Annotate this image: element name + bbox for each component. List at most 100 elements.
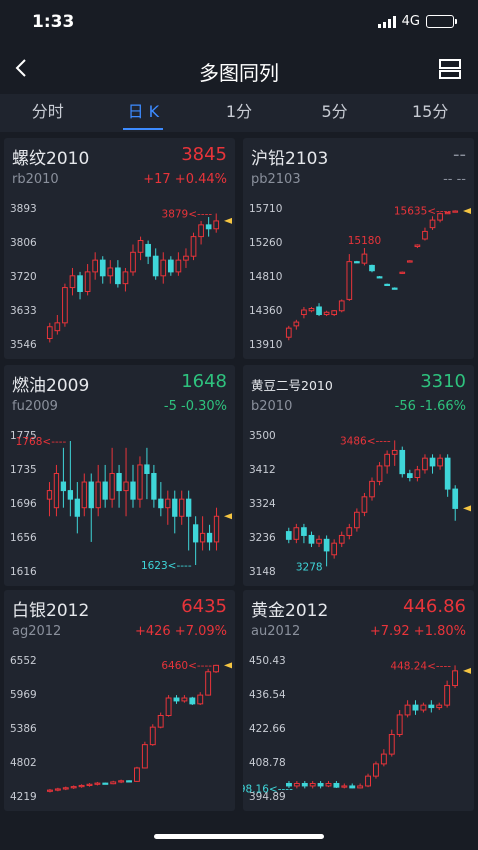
candle-body xyxy=(346,527,353,536)
home-indicator[interactable] xyxy=(154,834,324,839)
period-tabs: 分时 日 K 1分 5分 15分 xyxy=(0,94,478,132)
y-tick-label: 3893 xyxy=(10,203,37,215)
kline-chart: 15710 15260 14810 14360 13910 15635<---- 15180 xyxy=(249,203,471,351)
candle-body xyxy=(81,481,87,509)
candle-body xyxy=(205,671,212,696)
candle-body xyxy=(429,457,436,467)
quote-card[interactable]: 白银2012 6435 ag2012 +426 +7.09% 6552 5969 5… xyxy=(4,590,235,811)
candle-body xyxy=(293,527,300,540)
candle-body xyxy=(94,782,101,785)
candle-body xyxy=(437,457,443,467)
candle-body xyxy=(285,327,292,338)
candle-body xyxy=(123,481,129,492)
contract-name: 黄金2012 xyxy=(251,601,329,621)
candle-body xyxy=(130,251,136,273)
y-tick-label: 436.54 xyxy=(249,689,286,701)
candle-body xyxy=(54,322,61,332)
candle-body xyxy=(293,782,300,787)
y-tick-label: 3412 xyxy=(249,464,276,476)
candle-body xyxy=(369,264,375,272)
candle-body xyxy=(341,785,348,788)
candle-body xyxy=(361,253,368,264)
contract-code: ag2012 xyxy=(12,624,62,639)
candle-body xyxy=(391,449,398,455)
kline-chart: 3893 3806 3720 3633 3546 3879<---- xyxy=(10,203,232,351)
candle-body xyxy=(67,490,74,500)
y-tick-label: 13910 xyxy=(249,339,282,351)
candle-body xyxy=(293,321,300,327)
candle-body xyxy=(308,307,315,312)
candle-body xyxy=(122,271,129,285)
candle-body xyxy=(452,210,459,213)
y-tick-label: 3236 xyxy=(249,532,276,544)
quote-card[interactable]: 黄豆二号2010 3310 b2010 -56 -1.66% 3500 3412 3… xyxy=(243,365,474,586)
high-price-label: 448.24<---- xyxy=(390,660,451,672)
y-tick-label: 15710 xyxy=(249,203,282,215)
price-change: +7.92 +1.80% xyxy=(369,624,466,639)
signal-icon xyxy=(377,15,396,28)
y-tick-label: 422.66 xyxy=(249,723,286,735)
candle-body xyxy=(414,244,421,248)
candle-body xyxy=(46,326,53,340)
network-type: 4G xyxy=(401,14,420,29)
candle-body xyxy=(70,786,77,789)
y-tick-label: 4802 xyxy=(10,757,37,769)
quote-card[interactable]: 螺纹2010 3845 rb2010 +17 +0.44% 3893 3806 37… xyxy=(4,138,235,359)
candle-body xyxy=(422,457,428,471)
kline-chart: 3500 3412 3324 3236 3148 3486<---- 3278 xyxy=(249,430,471,578)
candle-body xyxy=(88,481,94,509)
last-price-marker xyxy=(224,217,232,224)
tab-fenshi[interactable]: 分时 xyxy=(0,94,96,132)
candle-body xyxy=(115,267,121,285)
candle-body xyxy=(144,464,150,474)
candle-body xyxy=(365,775,371,787)
candle-body xyxy=(130,481,136,500)
candle-body xyxy=(77,275,83,292)
candle-body xyxy=(406,260,413,263)
y-tick-label: 408.78 xyxy=(249,757,286,769)
candle-body xyxy=(452,488,459,509)
candle-body xyxy=(175,259,182,273)
price-change: -- -- xyxy=(443,172,466,187)
candle-body xyxy=(376,276,383,279)
high-price-label: 1768<---- xyxy=(16,436,67,448)
candle-body xyxy=(384,453,390,467)
quote-card[interactable]: 燃油2009 1648 fu2009 -5 -0.30% 1775 1735 169… xyxy=(4,365,235,586)
y-tick-label: 5969 xyxy=(10,689,37,701)
candle-body xyxy=(181,697,188,702)
last-price-marker xyxy=(463,505,471,512)
candle-body xyxy=(69,275,76,289)
y-tick-label: 14360 xyxy=(249,305,282,317)
y-tick-label: 3148 xyxy=(249,566,276,578)
candle-body xyxy=(331,310,338,316)
candle-body xyxy=(109,472,115,500)
y-tick-label: 6552 xyxy=(10,655,37,667)
contract-name: 燃油2009 xyxy=(12,376,90,396)
tab-1min[interactable]: 1分 xyxy=(191,94,287,132)
candle-body xyxy=(399,271,406,274)
candle-body xyxy=(95,481,101,509)
tab-15min[interactable]: 15分 xyxy=(382,94,478,132)
candle-body xyxy=(165,697,172,716)
candle-body xyxy=(86,783,93,786)
last-price: 6435 xyxy=(181,596,227,617)
candle-body xyxy=(414,469,421,479)
tab-daily-k[interactable]: 日 K xyxy=(96,94,192,132)
contract-code: b2010 xyxy=(251,399,293,414)
candle-body xyxy=(354,261,360,264)
tab-5min[interactable]: 5分 xyxy=(287,94,383,132)
quote-card[interactable]: 黄金2012 446.86 au2012 +7.92 +1.80% 450.43… xyxy=(243,590,474,811)
y-tick-label: 3806 xyxy=(10,237,37,249)
layout-toggle-icon[interactable] xyxy=(438,58,462,80)
contract-name: 螺纹2010 xyxy=(12,149,90,169)
candle-body xyxy=(145,243,151,257)
quote-card[interactable]: 沪铅2103 -- pb2103 -- -- 15710 15260 14810 14… xyxy=(243,138,474,359)
candle-body xyxy=(192,524,199,543)
battery-icon xyxy=(426,15,457,28)
candle-body xyxy=(213,664,219,673)
candle-body xyxy=(84,271,91,292)
candle-body xyxy=(436,704,443,709)
status-time: 1:33 xyxy=(32,12,75,32)
contract-code: pb2103 xyxy=(251,172,301,187)
kline-chart: 177517351696165616161768<----1623<---- xyxy=(10,430,232,578)
